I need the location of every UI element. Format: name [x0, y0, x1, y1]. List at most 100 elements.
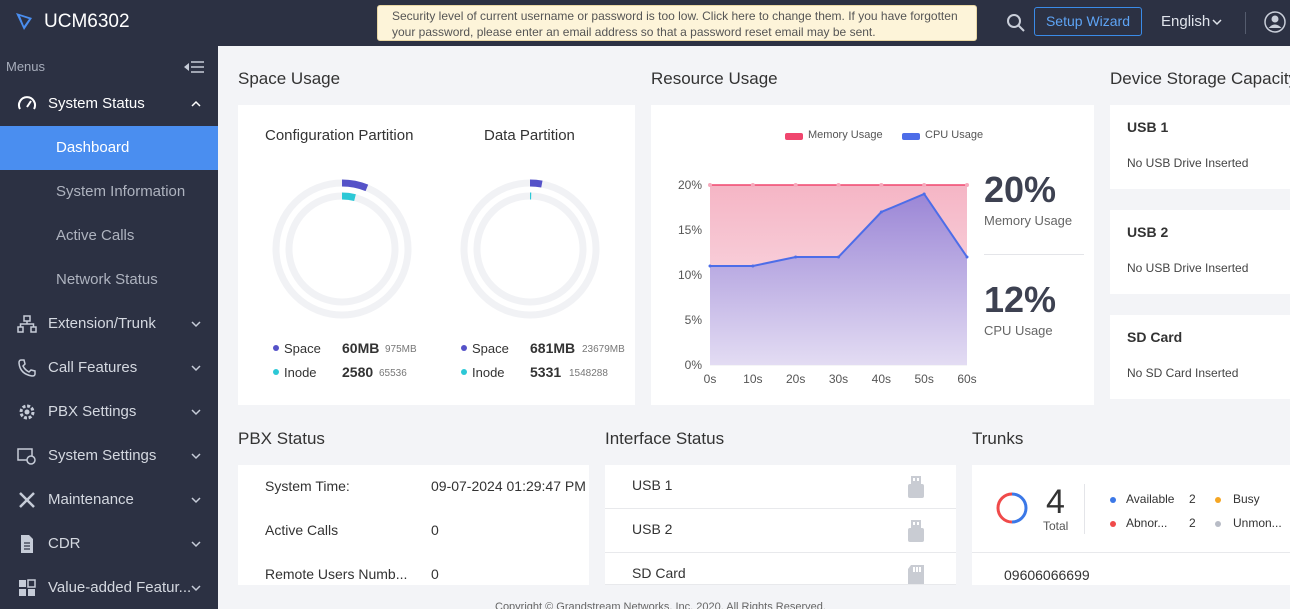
busy-dot [1215, 497, 1221, 503]
sidebar-item-maintenance[interactable]: Maintenance [0, 478, 218, 522]
storage-status: No USB Drive Inserted [1127, 261, 1249, 275]
system-time-value: 09-07-2024 01:29:47 PM [431, 478, 586, 494]
trunks-card: 4 Total Available 2 Busy Abnor... 2 Unmo… [972, 465, 1290, 585]
x-tick-label: 30s [829, 372, 848, 386]
y-tick-label: 10% [678, 268, 702, 282]
system-time-label: System Time: [265, 478, 350, 494]
available-label: Available [1126, 492, 1175, 506]
interface-label: USB 1 [632, 477, 673, 493]
memory-point [836, 183, 841, 187]
sidebar-subitem-network-status[interactable]: Network Status [0, 258, 218, 302]
trunks-donut [996, 492, 1028, 524]
product-name: UCM6302 [44, 11, 130, 32]
cpu-point [794, 255, 798, 259]
gear-icon [19, 404, 35, 420]
storage-card-sd: SD Card No SD Card Inserted [1110, 315, 1290, 399]
data-partition-donut [460, 179, 600, 319]
space-legend-dot [273, 345, 279, 351]
network-icon [17, 315, 37, 333]
sidebar-item-system-settings[interactable]: System Settings [0, 434, 218, 478]
security-warning-banner[interactable]: Security level of current username or pa… [377, 5, 977, 41]
search-icon[interactable] [1006, 13, 1026, 33]
storage-card-usb2: USB 2 No USB Drive Inserted [1110, 210, 1290, 294]
sidebar-item-label: PBX Settings [48, 403, 137, 420]
cpu-usage-label: CPU Usage [984, 323, 1053, 338]
memory-usage-label: Memory Usage [984, 213, 1073, 228]
trunk-number[interactable]: 09606066699 [1004, 567, 1090, 583]
resource-usage-card: Memory Usage CPU Usage 0% 5% 10% 15% 20% 0s 10… [651, 105, 1094, 405]
storage-status: No USB Drive Inserted [1127, 156, 1249, 170]
sidebar-subitem-active-calls[interactable]: Active Calls [0, 214, 218, 258]
abnormal-dot [1110, 521, 1116, 527]
available-dot [1110, 497, 1116, 503]
active-calls-value: 0 [431, 522, 439, 538]
y-tick-label: 20% [678, 178, 702, 192]
config-space-total: 975MB [385, 344, 417, 355]
cpu-point [751, 264, 755, 268]
sidebar-item-call-features[interactable]: Call Features [0, 346, 218, 390]
chevron-down-icon [191, 497, 201, 504]
space-usage-title: Space Usage [238, 69, 341, 88]
sidebar-item-label: CDR [48, 535, 81, 552]
cpu-point [922, 192, 926, 196]
abnormal-count: 2 [1189, 516, 1196, 530]
data-space-total: 23679MB [582, 344, 625, 355]
interface-status-title: Interface Status [605, 429, 725, 448]
sidebar-item-pbx-settings[interactable]: PBX Settings [0, 390, 218, 434]
space-usage-card: Configuration Partition Data Partition S… [238, 105, 635, 405]
usage-divider [984, 254, 1084, 255]
x-tick-label: 20s [786, 372, 805, 386]
device-storage-title: Device Storage Capacity [1110, 69, 1290, 88]
header-divider [1245, 12, 1246, 34]
x-tick-label: 50s [914, 372, 933, 386]
language-selector[interactable]: English [1161, 13, 1210, 30]
storage-name: USB 1 [1127, 119, 1169, 135]
sidebar-item-extension-trunk[interactable]: Extension/Trunk [0, 302, 218, 346]
cpu-point [965, 255, 969, 259]
config-space-value: 60MB [342, 340, 380, 356]
sidebar-item-system-status[interactable]: System Status [0, 82, 218, 126]
sidebar-subitem-label: Active Calls [56, 227, 135, 244]
cpu-legend-swatch [902, 133, 920, 140]
memory-point [793, 183, 798, 187]
config-inode-value: 2580 [342, 364, 374, 380]
trunks-separator [972, 552, 1290, 553]
cpu-point [879, 210, 883, 214]
sidebar-item-cdr[interactable]: CDR [0, 522, 218, 566]
memory-point [965, 183, 969, 187]
chevron-down-icon [191, 409, 201, 416]
chevron-down-icon [191, 321, 201, 328]
config-partition-title: Configuration Partition [265, 127, 414, 144]
trunks-title: Trunks [972, 429, 1024, 448]
copyright-footer: Copyright © Grandstream Networks, Inc. 2… [495, 601, 826, 609]
available-count: 2 [1189, 492, 1196, 506]
sidebar-item-label: System Settings [48, 447, 157, 464]
y-tick-label: 15% [678, 223, 702, 237]
remote-users-value: 0 [431, 566, 439, 582]
sd-card-icon [908, 565, 924, 584]
sidebar-subitem-dashboard[interactable]: Dashboard [0, 126, 218, 170]
settings-icon [17, 448, 36, 465]
phone-icon [18, 359, 36, 377]
unmonitored-label: Unmon... [1233, 516, 1282, 530]
memory-usage-percent: 20% [984, 169, 1057, 210]
data-inode-label: Inode [472, 365, 505, 380]
memory-point [922, 183, 927, 187]
menu-collapse-icon[interactable] [184, 60, 204, 74]
sidebar-subitem-system-information[interactable]: System Information [0, 170, 218, 214]
setup-wizard-button[interactable]: Setup Wizard [1034, 7, 1142, 36]
sidebar-item-value-added-features[interactable]: Value-added Featur... [0, 566, 218, 609]
memory-legend-label: Memory Usage [808, 129, 883, 141]
chevron-down-icon [191, 541, 201, 548]
active-calls-label: Active Calls [265, 522, 339, 538]
trunks-total-count: 4 [1046, 483, 1065, 521]
usb-icon [908, 520, 924, 542]
tools-icon [19, 492, 35, 508]
chevron-down-icon [191, 453, 201, 460]
interface-label: USB 2 [632, 521, 673, 537]
sidebar-subitem-label: Dashboard [56, 139, 130, 156]
resource-usage-title: Resource Usage [651, 69, 778, 88]
chevron-down-icon[interactable] [1212, 17, 1222, 27]
data-inode-value: 5331 [530, 364, 562, 380]
user-avatar-icon[interactable] [1264, 11, 1286, 33]
